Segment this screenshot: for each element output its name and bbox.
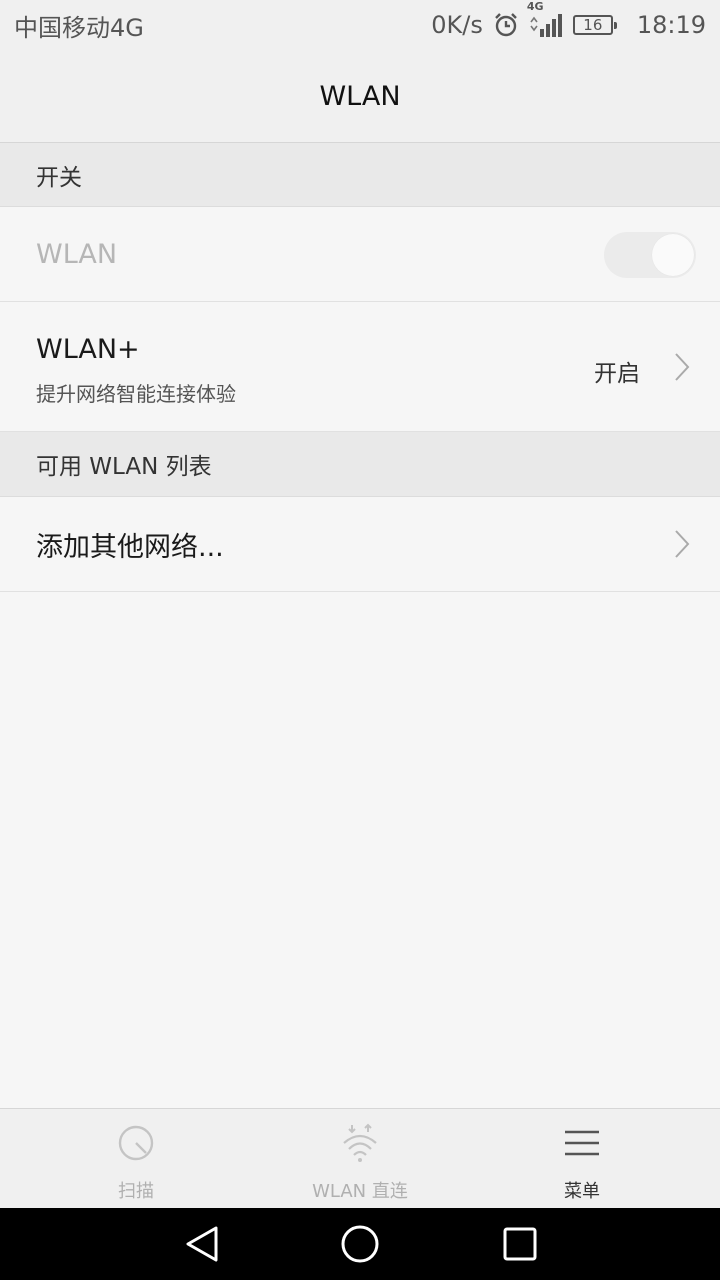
tab-wlan-direct[interactable]: WLAN 直连 [240,1109,480,1209]
wlan-toggle-row[interactable]: WLAN [0,208,720,302]
tab-label: 扫描 [118,1181,154,1202]
tab-label: WLAN 直连 [312,1181,408,1202]
clock: 18:19 [636,11,706,39]
menu-icon [565,1130,599,1156]
status-icons: 0K/s 4G 16 18:19 [431,0,706,39]
bottom-action-bar: 扫描 WLAN 直连 菜单 [0,1108,720,1208]
net-speed: 0K/s [431,11,483,39]
chevron-right-icon [675,530,690,558]
section-header-label: 可用 WLAN 列表 [36,454,212,480]
home-icon[interactable] [340,1224,380,1264]
section-header-switch: 开关 [0,143,720,207]
wlan-plus-subtitle: 提升网络智能连接体验 [36,382,236,406]
recents-icon[interactable] [501,1224,539,1264]
add-network-label: 添加其他网络... [36,531,224,563]
back-icon[interactable] [182,1224,222,1264]
battery-icon: 16 [572,15,617,35]
wlan-toggle-switch[interactable] [604,232,696,278]
wlan-direct-icon [343,1123,377,1162]
wlan-plus-row[interactable]: WLAN+ 提升网络智能连接体验 开启 [0,302,720,432]
section-header-label: 开关 [36,164,82,191]
system-nav-bar [0,1208,720,1280]
wlan-label: WLAN [36,239,118,270]
tab-label: 菜单 [564,1181,600,1202]
alarm-icon [493,12,519,38]
tab-scan[interactable]: 扫描 [16,1109,256,1209]
add-network-row[interactable]: 添加其他网络... [0,497,720,592]
wlan-plus-title: WLAN+ [36,334,140,365]
status-bar: 中国移动4G 0K/s 4G 16 18:19 [0,0,720,50]
carrier-label: 中国移动4G [14,13,144,42]
wlan-plus-status: 开启 [594,361,640,387]
scan-icon [118,1125,154,1161]
page-title: WLAN [319,80,401,112]
section-header-available: 可用 WLAN 列表 [0,432,720,497]
title-bar: WLAN [0,50,720,143]
toggle-knob [652,234,694,276]
chevron-right-icon [675,353,690,381]
network-badge: 4G [526,0,544,13]
signal-icon: 4G [527,0,563,38]
tab-menu[interactable]: 菜单 [462,1109,702,1209]
